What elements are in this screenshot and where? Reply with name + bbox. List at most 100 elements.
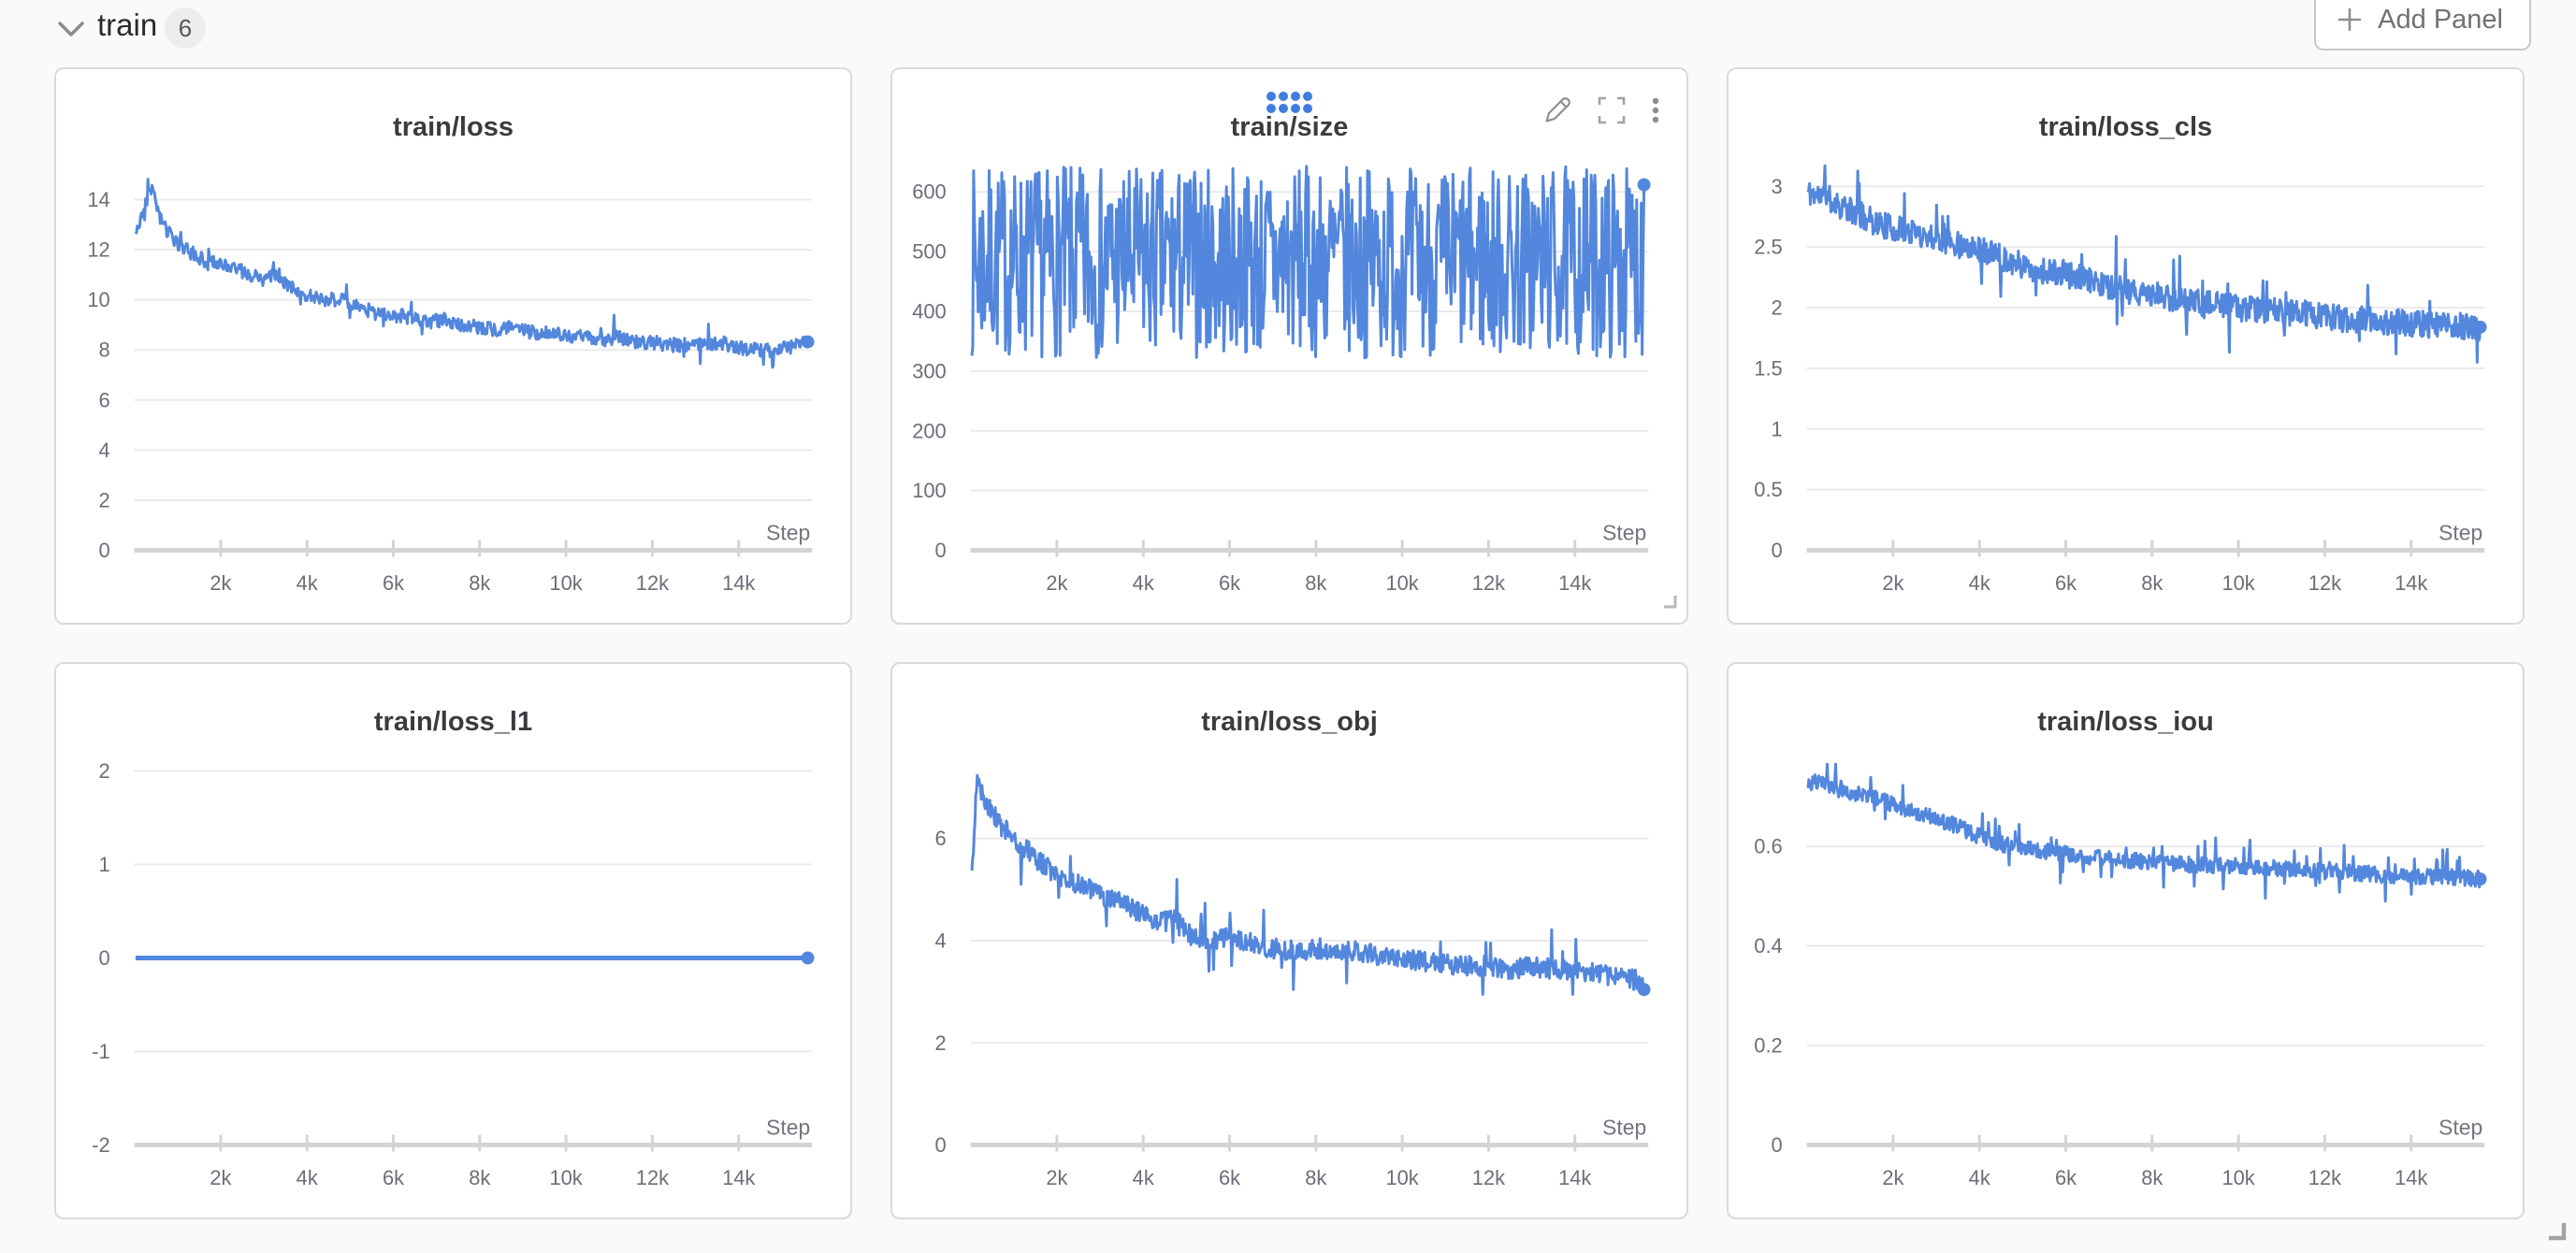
svg-text:2: 2 (99, 759, 110, 783)
svg-text:1: 1 (99, 853, 110, 876)
svg-text:Step: Step (2439, 521, 2482, 545)
svg-text:2: 2 (99, 488, 110, 511)
line-chart-train-loss-l1[interactable]: -2-10122k4k6k8k10k12k14kStep (56, 664, 850, 1217)
plus-icon (2335, 5, 2365, 35)
svg-text:12k: 12k (2308, 1166, 2341, 1189)
svg-text:4k: 4k (1969, 571, 1990, 595)
svg-text:8k: 8k (2141, 1166, 2163, 1189)
svg-text:10k: 10k (2221, 571, 2254, 595)
svg-text:4k: 4k (1133, 571, 1154, 595)
panel-train-size: train/size 01002003004005006002k4k6k8k10… (890, 67, 1688, 625)
svg-text:2.5: 2.5 (1754, 236, 1782, 259)
svg-text:4: 4 (935, 929, 947, 953)
svg-text:10k: 10k (549, 571, 582, 595)
svg-text:8k: 8k (469, 571, 490, 595)
svg-text:0: 0 (99, 539, 110, 562)
panel-action-bar (1541, 94, 1662, 127)
svg-text:6k: 6k (383, 571, 404, 595)
svg-text:1.5: 1.5 (1754, 356, 1782, 380)
svg-text:400: 400 (912, 300, 947, 324)
svg-text:12k: 12k (636, 571, 669, 595)
line-chart-train-size[interactable]: 01002003004005006002k4k6k8k10k12k14kStep (892, 69, 1686, 623)
svg-text:14k: 14k (722, 1166, 755, 1189)
svg-text:Step: Step (1602, 521, 1646, 545)
svg-text:Step: Step (1602, 1116, 1646, 1140)
svg-text:2: 2 (1772, 296, 1783, 320)
section-title[interactable]: train (97, 7, 157, 43)
svg-text:8: 8 (99, 338, 110, 362)
svg-text:1: 1 (1772, 417, 1783, 440)
chevron-down-icon[interactable] (54, 17, 88, 41)
svg-text:6: 6 (99, 388, 110, 411)
svg-text:14k: 14k (1558, 571, 1591, 595)
svg-text:8k: 8k (469, 1166, 490, 1189)
svg-text:6: 6 (935, 827, 947, 850)
svg-text:2k: 2k (1882, 1166, 1903, 1189)
line-chart-train-loss-obj[interactable]: 02462k4k6k8k10k12k14kStep (892, 664, 1686, 1217)
svg-text:2k: 2k (1882, 571, 1903, 595)
svg-text:10: 10 (87, 288, 109, 311)
svg-text:14: 14 (87, 188, 109, 211)
svg-text:2k: 2k (1046, 1166, 1067, 1189)
line-chart-train-loss-iou[interactable]: 00.20.40.62k4k6k8k10k12k14kStep (1729, 664, 2523, 1217)
svg-text:4k: 4k (1969, 1166, 1990, 1189)
svg-text:0: 0 (99, 946, 110, 970)
panel-train-loss: train/loss 024681012142k4k6k8k10k12k14kS… (54, 67, 852, 625)
kebab-menu-icon[interactable] (1649, 94, 1662, 127)
svg-text:2k: 2k (210, 571, 231, 595)
svg-text:-1: -1 (92, 1040, 109, 1063)
svg-text:6k: 6k (2055, 1166, 2077, 1189)
svg-text:0.6: 0.6 (1754, 835, 1782, 858)
panel-title: train/loss_cls (1729, 112, 2523, 143)
panel-title: train/loss_l1 (56, 707, 850, 738)
line-chart-train-loss[interactable]: 024681012142k4k6k8k10k12k14kStep (56, 69, 850, 623)
svg-text:10k: 10k (1385, 571, 1418, 595)
add-panel-label: Add Panel (2378, 5, 2503, 36)
panel-train-loss-iou: train/loss_iou 00.20.40.62k4k6k8k10k12k1… (1727, 662, 2525, 1219)
svg-text:14k: 14k (1558, 1166, 1591, 1189)
svg-text:-2: -2 (92, 1133, 109, 1157)
svg-text:12k: 12k (2308, 571, 2341, 595)
panel-grid: train/loss 024681012142k4k6k8k10k12k14kS… (54, 67, 2525, 1219)
svg-text:0: 0 (935, 539, 947, 562)
svg-text:100: 100 (912, 479, 947, 502)
add-panel-button[interactable]: Add Panel (2314, 0, 2531, 50)
section-header: train 6 Add Panel (0, 0, 2576, 56)
svg-text:3: 3 (1772, 175, 1783, 198)
panel-count-badge: 6 (165, 7, 206, 49)
svg-text:14k: 14k (722, 571, 755, 595)
svg-text:300: 300 (912, 359, 947, 382)
svg-text:0: 0 (1772, 1133, 1783, 1157)
svg-text:10k: 10k (549, 1166, 582, 1189)
svg-text:12k: 12k (1472, 1166, 1505, 1189)
panel-train-loss-cls: train/loss_cls 00.511.522.532k4k6k8k10k1… (1727, 67, 2525, 625)
svg-text:12k: 12k (1472, 571, 1505, 595)
svg-text:0: 0 (935, 1133, 947, 1157)
svg-text:2: 2 (935, 1031, 947, 1055)
svg-text:2k: 2k (1046, 571, 1067, 595)
svg-text:500: 500 (912, 240, 947, 264)
line-chart-train-loss-cls[interactable]: 00.511.522.532k4k6k8k10k12k14kStep (1729, 69, 2523, 623)
svg-text:Step: Step (766, 521, 810, 545)
panel-train-loss-obj: train/loss_obj 02462k4k6k8k10k12k14kStep (890, 662, 1688, 1219)
svg-text:4k: 4k (297, 1166, 318, 1189)
svg-text:12: 12 (87, 238, 109, 262)
fullscreen-icon[interactable] (1595, 94, 1628, 127)
panel-resize-handle[interactable] (1660, 592, 1679, 615)
edit-panel-icon[interactable] (1541, 94, 1574, 127)
svg-text:0: 0 (1772, 539, 1783, 562)
svg-text:14k: 14k (2395, 571, 2427, 595)
svg-text:8k: 8k (1305, 1166, 1326, 1189)
svg-text:10k: 10k (2221, 1166, 2254, 1189)
svg-text:8k: 8k (1305, 571, 1326, 595)
svg-text:0.2: 0.2 (1754, 1034, 1782, 1058)
svg-text:Step: Step (766, 1116, 810, 1140)
svg-text:2k: 2k (210, 1166, 231, 1189)
drag-handle-icon[interactable] (1259, 88, 1321, 122)
svg-text:6k: 6k (1219, 571, 1240, 595)
svg-text:Step: Step (2439, 1116, 2482, 1140)
svg-text:4k: 4k (1133, 1166, 1154, 1189)
svg-text:6k: 6k (383, 1166, 404, 1189)
svg-text:8k: 8k (2141, 571, 2163, 595)
section-resize-handle[interactable] (2544, 1218, 2569, 1247)
